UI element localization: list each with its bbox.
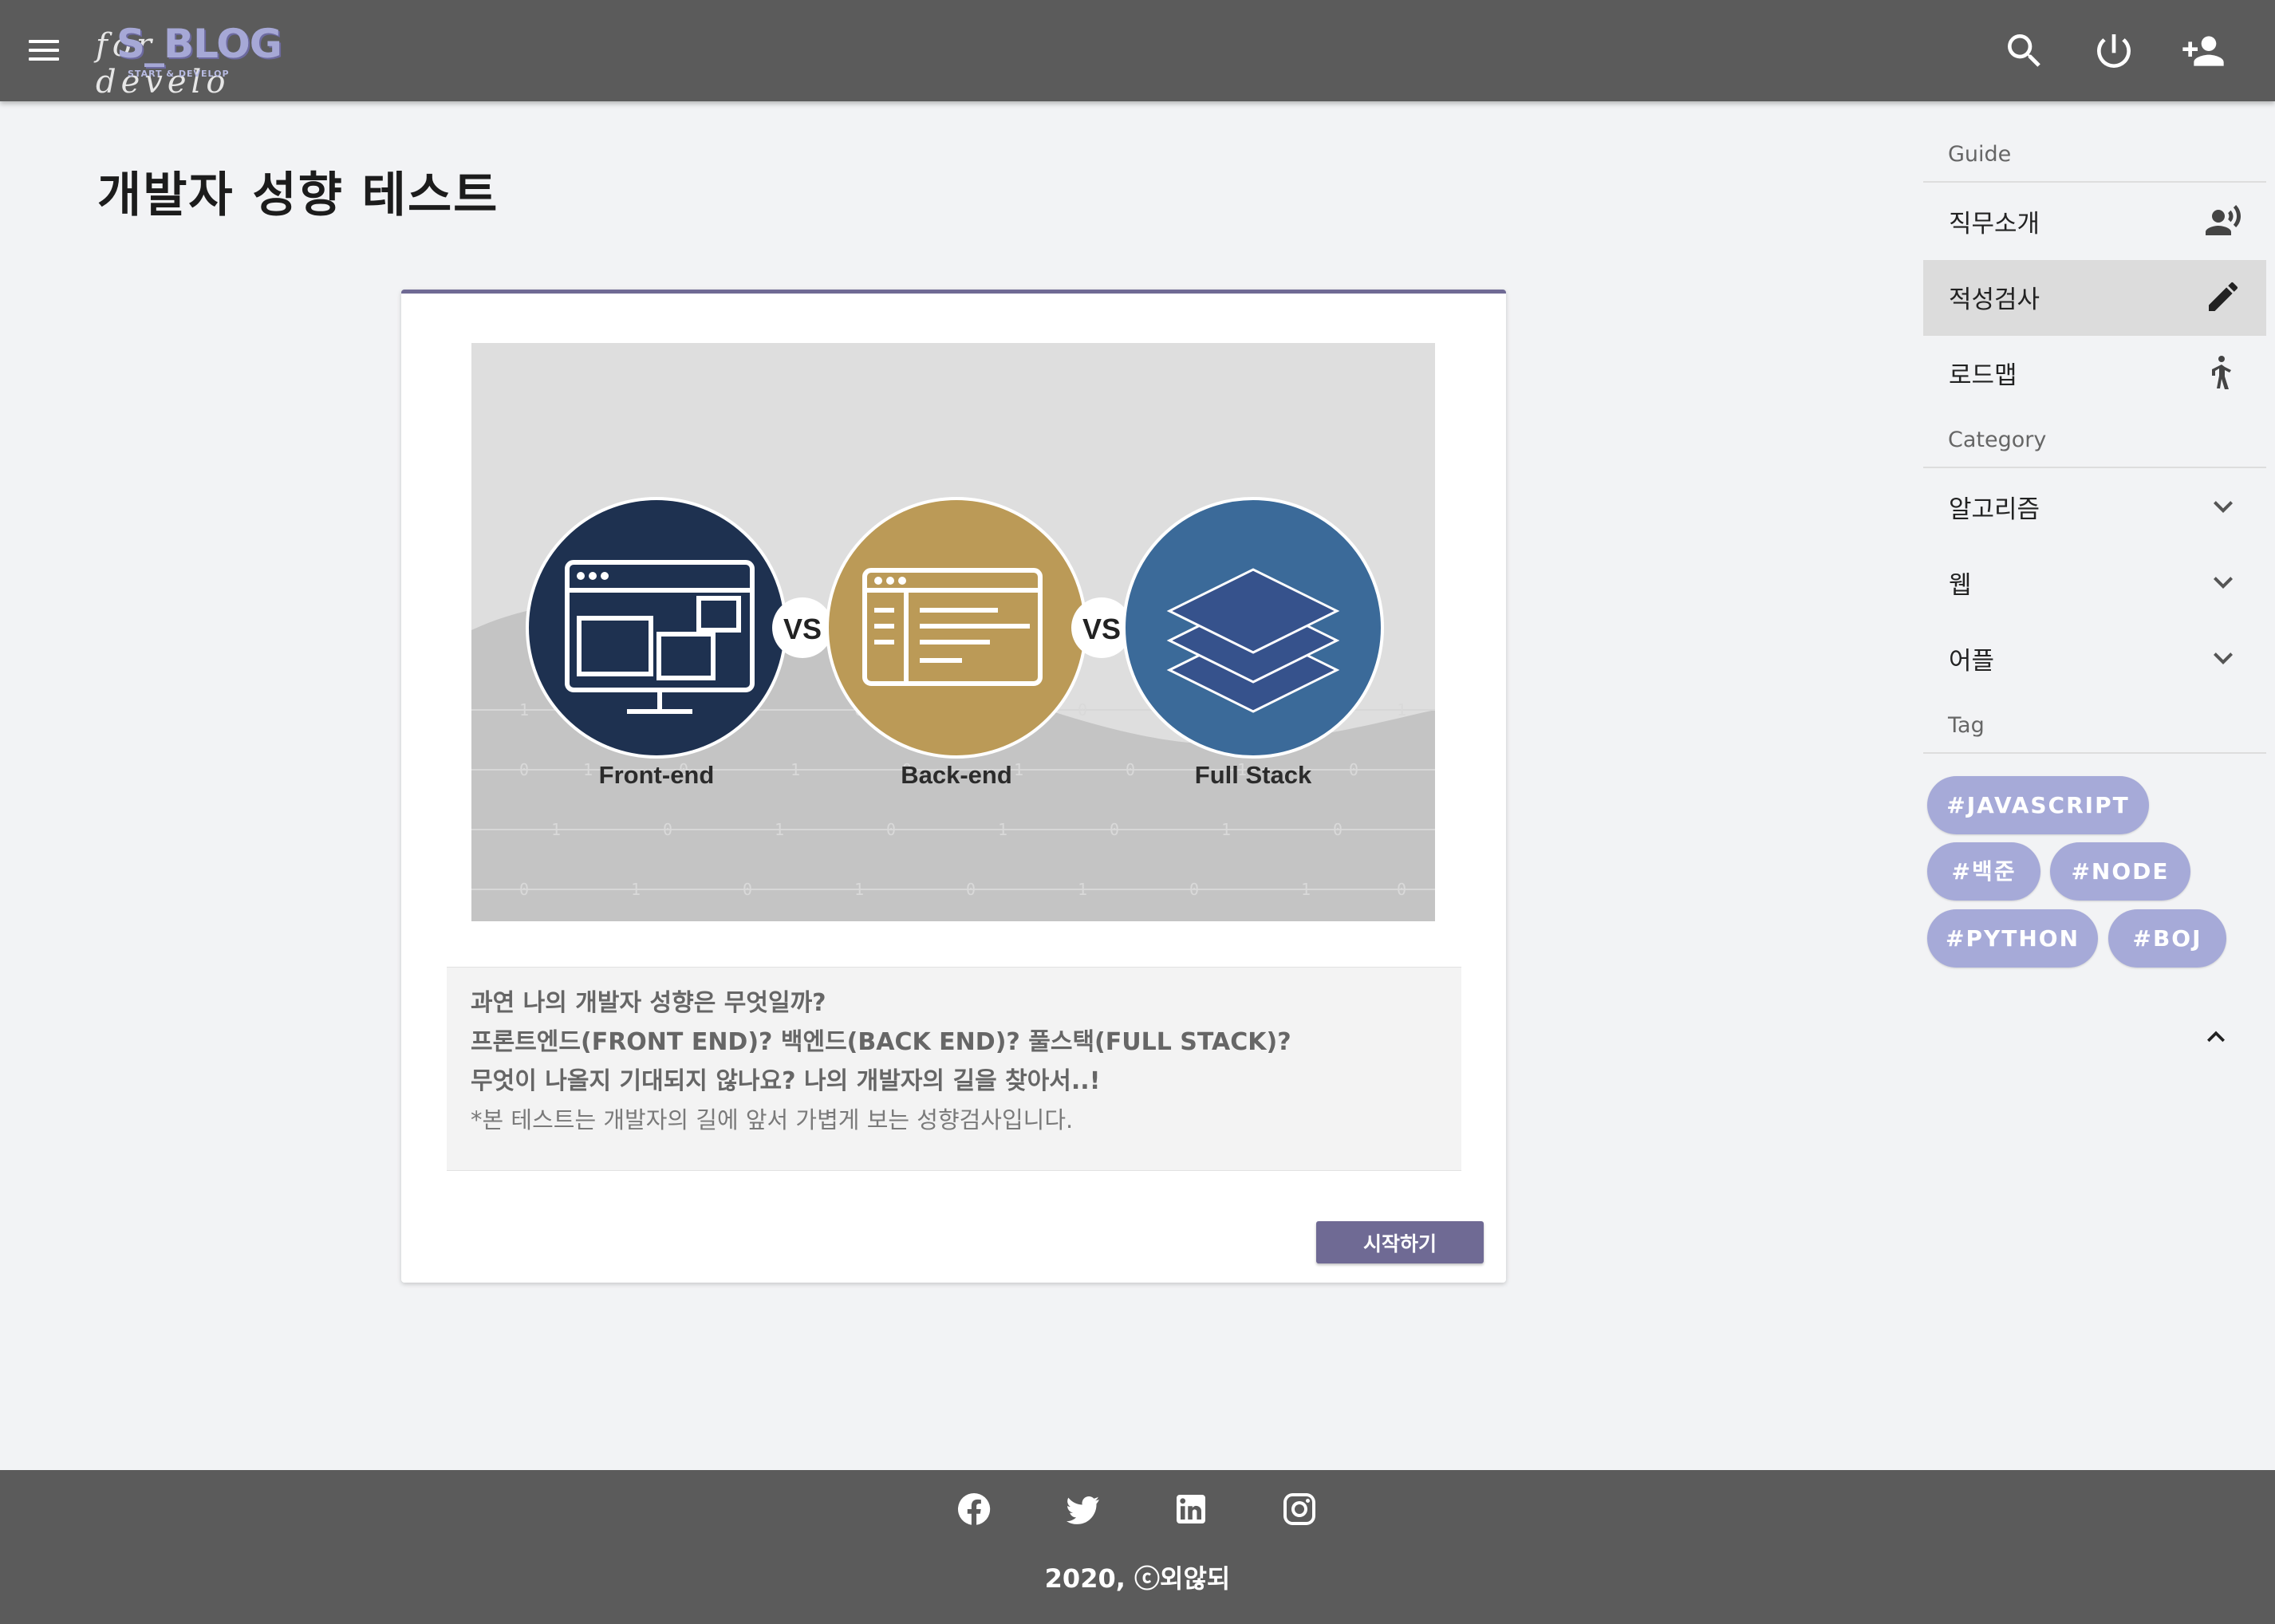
description-line-1: 과연 나의 개발자 성향은 무엇일까? <box>471 989 826 1017</box>
vs-label-1: VS <box>783 613 822 645</box>
sidebar-item-web[interactable]: 웹 <box>1923 546 2266 621</box>
svg-text:1: 1 <box>854 880 864 899</box>
test-description: 과연 나의 개발자 성향은 무엇일까? 프론트엔드(FRONT END)? 백엔… <box>447 967 1461 1171</box>
label-front-end: Front-end <box>598 761 715 789</box>
svg-text:0: 0 <box>743 880 752 899</box>
sidebar-tag-header: Tag <box>1948 713 1985 738</box>
menu-icon[interactable] <box>26 35 64 67</box>
sidebar-item-label: 알고리즘 <box>1949 495 2040 524</box>
sidebar-item-algorithm[interactable]: 알고리즘 <box>1923 470 2266 546</box>
svg-text:0: 0 <box>519 880 529 899</box>
footer <box>0 1470 2275 1624</box>
linkedin-icon[interactable] <box>1172 1490 1210 1528</box>
svg-text:1: 1 <box>631 880 641 899</box>
svg-text:1: 1 <box>1301 880 1311 899</box>
logo-subtitle: START & DEVELOP <box>128 69 230 79</box>
test-intro-card: 101 010 101 010 101 010 101 010 10 010 1… <box>401 290 1506 1283</box>
sidebar-item-job-intro[interactable]: 직무소개 <box>1923 184 2266 260</box>
sidebar-item-label: 직무소개 <box>1949 210 2040 238</box>
svg-text:1: 1 <box>551 820 561 839</box>
svg-text:1: 1 <box>775 820 784 839</box>
svg-text:1: 1 <box>519 700 529 719</box>
walking-person-icon <box>2204 353 2242 392</box>
svg-text:1: 1 <box>1397 700 1406 719</box>
chevron-up-icon[interactable] <box>2198 1019 2234 1054</box>
top-app-bar: for develo S_BLOG START & DEVELOP <box>0 0 2275 101</box>
search-icon[interactable] <box>2002 29 2047 73</box>
description-line-2: 프론트엔드(FRONT END)? 백엔드(BACK END)? 풀스택(FUL… <box>471 1028 1291 1056</box>
facebook-icon[interactable] <box>955 1490 993 1528</box>
svg-text:1: 1 <box>1221 820 1231 839</box>
developer-type-illustration: 101 010 101 010 101 010 101 010 10 010 1… <box>471 343 1435 921</box>
label-back-end: Back-end <box>901 761 1012 789</box>
svg-text:0: 0 <box>663 820 672 839</box>
description-line-3: 무엇이 나올지 기대되지 않나요? 나의 개발자의 길을 찾아서..! <box>471 1067 1101 1095</box>
svg-text:0: 0 <box>1189 880 1199 899</box>
sidebar-item-label: 적성검사 <box>1949 286 2040 314</box>
svg-text:0: 0 <box>1397 880 1406 899</box>
svg-text:1: 1 <box>1078 880 1087 899</box>
vs-label-2: VS <box>1082 613 1122 645</box>
svg-text:0: 0 <box>886 820 896 839</box>
site-logo[interactable]: for develo S_BLOG START & DEVELOP <box>96 13 282 101</box>
svg-text:0: 0 <box>519 760 529 779</box>
sidebar-item-app[interactable]: 어플 <box>1923 621 2266 697</box>
tag-javascript[interactable]: #JAVASCRIPT <box>1927 776 2149 834</box>
svg-text:1: 1 <box>791 760 800 779</box>
sidebar-item-label: 어플 <box>1949 647 1995 676</box>
chevron-down-icon <box>2204 563 2242 601</box>
copyright-text: 2020, ⓒ외않되 <box>1044 1563 1231 1594</box>
description-note: *본 테스트는 개발자의 길에 앞서 가볍게 보는 성향검사입니다. <box>471 1106 1074 1133</box>
sidebar-guide-header: Guide <box>1948 142 2012 167</box>
divider <box>1923 181 2266 183</box>
record-voice-icon <box>2204 202 2242 240</box>
sidebar-item-roadmap[interactable]: 로드맵 <box>1923 336 2266 412</box>
divider <box>1923 752 2266 754</box>
add-user-icon[interactable] <box>2181 29 2226 73</box>
sidebar-item-aptitude-test[interactable]: 적성검사 <box>1923 260 2266 336</box>
instagram-icon[interactable] <box>1280 1490 1319 1528</box>
sidebar-category-header: Category <box>1948 428 2047 452</box>
page-title: 개발자 성향 테스트 <box>97 168 499 223</box>
tag-boj[interactable]: #BOJ <box>2108 909 2226 968</box>
power-icon[interactable] <box>2092 29 2136 73</box>
pencil-icon <box>2204 278 2242 316</box>
chevron-down-icon <box>2204 639 2242 677</box>
svg-text:1: 1 <box>998 820 1007 839</box>
sidebar-item-label: 로드맵 <box>1949 361 2017 390</box>
label-full-stack: Full Stack <box>1194 761 1312 789</box>
chevron-down-icon <box>2204 487 2242 526</box>
sidebar-item-label: 웹 <box>1949 571 1972 600</box>
tag-python[interactable]: #PYTHON <box>1927 909 2098 968</box>
illustration-graphic: 101 010 101 010 101 010 101 010 10 010 1… <box>471 497 1435 921</box>
svg-text:0: 0 <box>1078 700 1087 719</box>
svg-text:0: 0 <box>966 880 976 899</box>
tag-baekjoon[interactable]: #백준 <box>1927 842 2040 901</box>
twitter-icon[interactable] <box>1063 1490 1102 1528</box>
logo-main-text: S_BLOG <box>116 21 282 67</box>
divider <box>1923 467 2266 468</box>
svg-text:0: 0 <box>1110 820 1119 839</box>
tag-node[interactable]: #NODE <box>2050 842 2190 901</box>
start-button[interactable]: 시작하기 <box>1316 1221 1484 1263</box>
svg-text:0: 0 <box>1333 820 1343 839</box>
